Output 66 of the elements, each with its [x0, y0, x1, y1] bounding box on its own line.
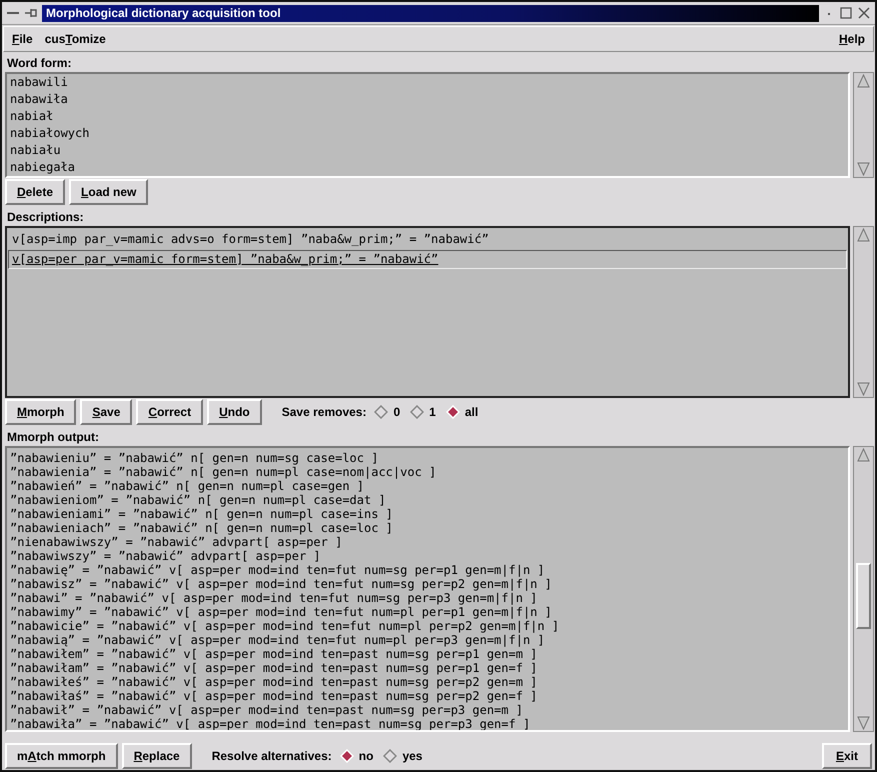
- maximize-icon[interactable]: [839, 6, 853, 20]
- scrollbar[interactable]: [853, 446, 874, 732]
- output-line: ”nabawię” = ”nabawić” v[ asp=per mod=ind ten=fut num=sg per=p1 gen=m|f|n ]: [9, 563, 546, 577]
- button[interactable]: Delete: [5, 179, 66, 205]
- scrollbar[interactable]: [853, 226, 874, 398]
- output-line: ”nabawiłem” = ”nabawić” v[ asp=per mod=ind ten=past num=sg per=p1 gen=m ]: [9, 647, 538, 661]
- section-label: Descriptions:: [6, 209, 85, 226]
- output-line: ”nabawieniami” = ”nabawić” n[ gen=n num=pl case=ins ]: [9, 507, 394, 521]
- scroll-up-icon[interactable]: [856, 227, 871, 243]
- button[interactable]: Replace: [122, 743, 192, 769]
- output-line: ”nabawicie” = ”nabawić” v[ asp=per mod=ind ten=fut num=pl per=p2 gen=m|f|n ]: [9, 619, 560, 633]
- list-item[interactable]: nabiegała: [7, 159, 848, 176]
- radio-label: no: [358, 749, 374, 763]
- output-line: ”nabawień” = ”nabawić” n[ gen=n num=pl case=gen ]: [9, 479, 366, 493]
- scroll-up-icon[interactable]: [856, 447, 871, 463]
- menu-item[interactable]: cusTomize: [44, 32, 106, 46]
- output-line: ”nabawimy” = ”nabawić” v[ asp=per mod=ind ten=fut num=pl per=p1 gen=m|f|n ]: [9, 605, 553, 619]
- radio-label: all: [464, 405, 478, 419]
- output-line: ”nienabawiwszy” = ”nabawić” advpart[ asp=per ]: [9, 535, 344, 549]
- group-label: Save removes:: [282, 405, 366, 419]
- radio-button[interactable]: [383, 749, 398, 763]
- list-item[interactable]: nabawiła: [7, 91, 848, 108]
- window-title: Morphological dictionary acquisition tool: [42, 4, 819, 22]
- output-line: ”nabawił” = ”nabawić” v[ asp=per mod=ind ten=past num=sg per=p3 gen=m ]: [9, 703, 524, 717]
- output-line: ”nabawienia” = ”nabawić” n[ gen=n num=pl case=nom|acc|voc ]: [9, 465, 438, 479]
- radio-button[interactable]: [410, 405, 424, 419]
- button[interactable]: Load new: [69, 179, 148, 205]
- list-item[interactable]: nabiał: [7, 108, 848, 125]
- button[interactable]: Exit: [822, 743, 872, 769]
- list-item[interactable]: nabiału: [7, 142, 848, 159]
- output-line: ”nabawiłam” = ”nabawić” v[ asp=per mod=ind ten=past num=sg per=p1 gen=f ]: [9, 661, 538, 675]
- output-line: ”nabawiłaś” = ”nabawić” v[ asp=per mod=ind ten=past num=sg per=p2 gen=f ]: [9, 689, 538, 703]
- section-label: Word form:: [6, 55, 72, 72]
- output-line: ”nabawiwszy” = ”nabawić” advpart[ asp=per ]: [9, 549, 322, 563]
- scroll-down-icon[interactable]: [856, 381, 871, 397]
- button[interactable]: Save: [80, 399, 132, 425]
- list-item[interactable]: v[asp=per par_v=mamic form=stem] ”naba&w_prim;” = ”nabawić”: [8, 250, 847, 269]
- pin-icon[interactable]: [24, 6, 38, 20]
- output-line: ”nabawiłeś” = ”nabawić” v[ asp=per mod=ind ten=past num=sg per=p2 gen=m ]: [9, 675, 538, 689]
- section-label: Mmorph output:: [6, 429, 100, 446]
- radio-label: 1: [429, 405, 436, 419]
- group-label: Resolve alternatives:: [212, 749, 332, 763]
- scroll-up-icon[interactable]: [856, 73, 871, 89]
- button[interactable]: Undo: [207, 399, 262, 425]
- scroll-down-icon[interactable]: [856, 161, 871, 177]
- button[interactable]: mAtch mmorph: [5, 743, 118, 769]
- scroll-thumb[interactable]: [856, 563, 871, 629]
- list-item[interactable]: nabiałowych: [7, 125, 848, 142]
- output-line: ”nabawieniach” = ”nabawić” n[ gen=n num=pl case=loc ]: [9, 521, 394, 535]
- output-line: ”nabawieniom” = ”nabawić” n[ gen=n num=pl case=dat ]: [9, 493, 387, 507]
- radio-label: yes: [402, 749, 422, 763]
- scroll-down-icon[interactable]: [856, 715, 871, 731]
- output-line: ”nabawi” = ”nabawić” v[ asp=per mod=ind ten=fut num=sg per=p3 gen=m|f|n ]: [9, 591, 538, 605]
- output-line: ”nabawisz” = ”nabawić” v[ asp=per mod=ind ten=fut num=sg per=p2 gen=m|f|n ]: [9, 577, 553, 591]
- list-item[interactable]: v[asp=imp par_v=mamic advs=o form=stem] ”naba&w_prim;” = ”nabawić”: [8, 230, 847, 249]
- radio-button[interactable]: [374, 405, 388, 419]
- button[interactable]: Mmorph: [5, 399, 76, 425]
- button[interactable]: Correct: [136, 399, 204, 425]
- output-line: ”nabawią” = ”nabawić” v[ asp=per mod=ind ten=fut num=pl per=p3 gen=m|f|n ]: [9, 633, 546, 647]
- list-item[interactable]: nabawili: [7, 74, 848, 91]
- radio-label: 0: [393, 405, 400, 419]
- close-icon[interactable]: [857, 6, 871, 20]
- output-line: ”nabawieniu” = ”nabawić” n[ gen=n num=sg case=loc ]: [9, 451, 380, 465]
- menu-item[interactable]: Help: [838, 32, 865, 46]
- menu-item[interactable]: File: [12, 32, 33, 46]
- scrollbar[interactable]: [853, 72, 874, 178]
